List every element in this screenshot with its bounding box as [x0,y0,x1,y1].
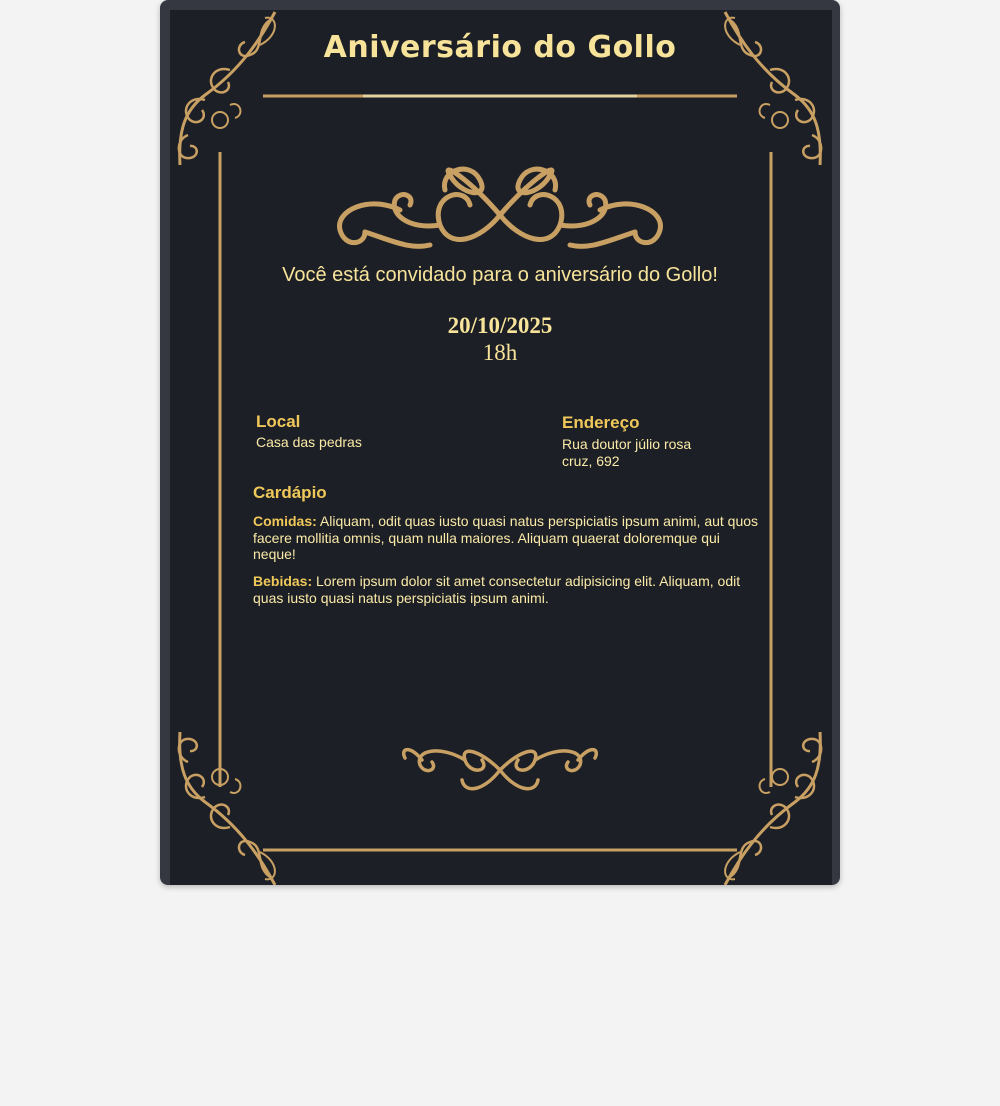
address-line-1: Rua doutor júlio rosa [562,436,692,452]
invitation-card: Aniversário do Gollo Você está convidado… [160,0,840,885]
menu-food-text: Aliquam, odit quas iusto quasi natus per… [253,513,759,562]
menu-drinks-label: Bebidas: [253,573,313,589]
invitation-subtitle: Você está convidado para o aniversário d… [282,264,718,286]
location-heading: Local [256,412,301,431]
event-date: 20/10/2025 [447,313,553,338]
invitation-title: Aniversário do Gollo [323,30,677,65]
address-heading: Endereço [562,413,640,432]
menu-heading: Cardápio [253,483,327,502]
menu-drinks: Bebidas: Lorem ipsum dolor sit amet cons… [253,573,765,606]
event-time: 18h [482,340,518,365]
menu-drinks-text: Lorem ipsum dolor sit amet consectetur a… [253,573,741,606]
menu-food-label: Comidas: [253,513,317,529]
menu-food: Comidas: Aliquam, odit quas iusto quasi … [253,513,765,563]
location-value: Casa das pedras [256,434,362,450]
address-line-2: cruz, 692 [562,453,620,469]
